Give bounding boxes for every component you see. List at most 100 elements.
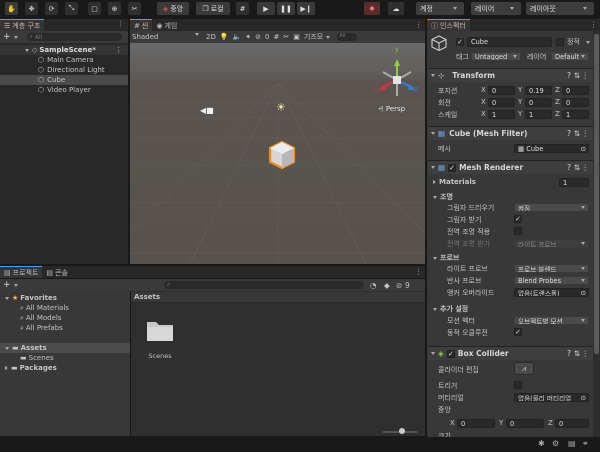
step-button[interactable]: ▶❙ bbox=[297, 2, 315, 15]
orientation-gizmo[interactable] bbox=[375, 58, 419, 102]
tab-inspector[interactable]: ⓘ 인스펙터 bbox=[427, 19, 470, 31]
cube-object[interactable] bbox=[267, 140, 297, 170]
scale-x-field[interactable]: 1 bbox=[488, 110, 515, 119]
directional-light-gizmo[interactable]: ☀ bbox=[276, 101, 286, 114]
grid-snap-button[interactable]: # bbox=[236, 2, 249, 15]
component-menu-icon[interactable]: ⋮ bbox=[582, 349, 590, 358]
tab-game[interactable]: ◉ 게임 bbox=[152, 19, 182, 31]
position-x-field[interactable]: 0 bbox=[488, 86, 515, 95]
cast-shadows-dropdown[interactable]: 켜짐 bbox=[514, 203, 589, 212]
scenes-folder-row[interactable]: ▬ Scenes bbox=[0, 353, 130, 363]
preset-icon[interactable]: ⇅ bbox=[574, 163, 580, 172]
layout-dropdown[interactable]: 레이아웃 bbox=[526, 2, 594, 15]
box-collider-enabled-checkbox[interactable]: ✓ bbox=[446, 349, 455, 358]
assets-folder-row[interactable]: ▬ Assets bbox=[0, 343, 130, 353]
static-checkbox[interactable] bbox=[556, 38, 564, 46]
edit-collider-button[interactable]: ⩘ bbox=[514, 362, 534, 375]
zoom-slider-handle[interactable] bbox=[399, 428, 405, 434]
network-icon[interactable]: ⚭ bbox=[582, 439, 589, 448]
component-menu-icon[interactable]: ⋮ bbox=[582, 129, 590, 138]
filter-type-icon[interactable]: ◔ bbox=[370, 281, 377, 290]
position-y-field[interactable]: 0.19 bbox=[525, 86, 552, 95]
center-x-field[interactable]: 0 bbox=[457, 419, 495, 428]
help-icon[interactable]: ? bbox=[567, 129, 571, 138]
hierarchy-menu-icon[interactable]: ⋮ bbox=[117, 20, 124, 28]
preset-icon[interactable]: ⇅ bbox=[574, 349, 580, 358]
clipboard-icon[interactable]: ▤ bbox=[568, 439, 576, 448]
tag-dropdown[interactable]: Untagged bbox=[471, 52, 521, 61]
box-collider-header[interactable]: ◈ ✓ Box Collider ? ⇅ ⋮ bbox=[428, 346, 593, 360]
motion-vectors-dropdown[interactable]: 오브젝트별 모션 bbox=[514, 316, 589, 325]
filter-label-icon[interactable]: ◆ bbox=[384, 281, 390, 290]
center-y-field[interactable]: 0 bbox=[506, 419, 544, 428]
favorite-all-materials[interactable]: ⌕ All Materials bbox=[0, 303, 130, 313]
transform-tool-button[interactable]: ⊕ bbox=[108, 2, 121, 15]
scenes-folder-tile[interactable]: Scenes bbox=[142, 318, 178, 364]
add-icon[interactable]: + bbox=[3, 280, 11, 290]
materials-count-field[interactable]: 1 bbox=[559, 178, 589, 187]
visibility-icon[interactable]: ⊘ bbox=[255, 33, 261, 41]
hierarchy-item-directional-light[interactable]: ⬡ Directional Light bbox=[0, 65, 128, 75]
hierarchy-search-input[interactable]: ⌕ All bbox=[26, 33, 122, 41]
custom-tool-button[interactable]: ✂ bbox=[128, 2, 141, 15]
center-z-field[interactable]: 0 bbox=[555, 419, 589, 428]
light-probes-dropdown[interactable]: 프로브 블렌드 bbox=[514, 264, 589, 273]
preset-icon[interactable]: ⇅ bbox=[574, 71, 580, 80]
favorite-all-models[interactable]: ⌕ All Models bbox=[0, 313, 130, 323]
mode-2d-toggle[interactable]: 2D bbox=[206, 33, 216, 41]
visibility-icon[interactable]: ⊘ bbox=[396, 281, 402, 290]
anchor-override-field[interactable]: 없음(트랜스폼) ⊙ bbox=[514, 288, 589, 297]
probes-foldout[interactable]: 프로브 bbox=[430, 253, 459, 263]
inspector-scrollbar-thumb[interactable] bbox=[594, 34, 599, 354]
packages-folder-row[interactable]: ▬ Packages bbox=[0, 363, 130, 373]
rotation-y-field[interactable]: 0 bbox=[525, 98, 552, 107]
persp-label[interactable]: ⩤ Persp bbox=[378, 105, 405, 114]
scale-z-field[interactable]: 1 bbox=[562, 110, 589, 119]
effects-icon[interactable]: ✦ bbox=[245, 33, 251, 41]
camera-gizmo[interactable]: ◀■ bbox=[200, 106, 214, 115]
gizmos-dropdown[interactable]: 기즈모 bbox=[304, 32, 333, 42]
contribute-gi-checkbox[interactable] bbox=[514, 227, 522, 235]
assets-breadcrumb[interactable]: Assets bbox=[131, 292, 425, 303]
scene-menu-icon[interactable]: ⋮ bbox=[115, 46, 122, 54]
transform-header[interactable]: ⊹ Transform ? ⇅ ⋮ bbox=[428, 68, 593, 82]
collab-button[interactable]: ✸ bbox=[364, 2, 380, 15]
object-name-field[interactable]: Cube bbox=[467, 37, 552, 47]
object-picker-icon[interactable]: ⊙ bbox=[580, 145, 586, 152]
lighting-icon[interactable]: 💡 bbox=[220, 33, 229, 41]
scene-viewport[interactable]: ☀ ◀■ y x z ⩤ Persp bbox=[130, 43, 425, 264]
hand-tool-button[interactable]: ✋ bbox=[5, 2, 18, 15]
camera-icon[interactable]: ▣ bbox=[293, 33, 300, 41]
tab-scene[interactable]: # 씬 bbox=[130, 19, 153, 31]
component-menu-icon[interactable]: ⋮ bbox=[582, 163, 590, 172]
layers-dropdown[interactable]: 레이어 bbox=[471, 2, 521, 15]
cloud-button[interactable]: ☁ bbox=[388, 2, 404, 15]
object-picker-icon[interactable]: ⊙ bbox=[580, 394, 586, 401]
mesh-field[interactable]: ▦ Cube ⊙ bbox=[514, 144, 589, 153]
materials-foldout[interactable]: Materials bbox=[430, 178, 476, 186]
preset-icon[interactable]: ⇅ bbox=[574, 129, 580, 138]
position-z-field[interactable]: 0 bbox=[562, 86, 589, 95]
pause-button[interactable]: ❚❚ bbox=[277, 2, 295, 15]
help-icon[interactable]: ? bbox=[567, 163, 571, 172]
favorites-row[interactable]: ★ Favorites bbox=[0, 293, 130, 303]
local-toggle[interactable]: ❒ 로컬 bbox=[196, 2, 230, 15]
hierarchy-item-main-camera[interactable]: ⬡ Main Camera bbox=[0, 55, 128, 65]
rotation-z-field[interactable]: 0 bbox=[562, 98, 589, 107]
dynamic-occlusion-checkbox[interactable]: ✓ bbox=[514, 328, 522, 336]
tab-console[interactable]: ▤ 콘솔 bbox=[42, 266, 72, 278]
scene-menu-icon[interactable]: ⋮ bbox=[415, 20, 423, 29]
mesh-renderer-header[interactable]: ▦ ✓ Mesh Renderer ? ⇅ ⋮ bbox=[428, 160, 593, 174]
trigger-checkbox[interactable] bbox=[514, 381, 522, 389]
play-button[interactable]: ▶ bbox=[257, 2, 275, 15]
shading-mode-dropdown[interactable]: Shaded bbox=[130, 33, 202, 41]
hierarchy-item-video-player[interactable]: ⬡ Video Player bbox=[0, 85, 128, 95]
rotation-x-field[interactable]: 0 bbox=[488, 98, 515, 107]
tab-project[interactable]: ▤ 프로젝트 bbox=[0, 266, 43, 278]
pivot-toggle[interactable]: ◈ 중앙 bbox=[157, 2, 189, 15]
audio-icon[interactable]: 🔈 bbox=[233, 33, 242, 41]
help-icon[interactable]: ? bbox=[567, 349, 571, 358]
grid-icon[interactable]: # bbox=[274, 33, 280, 41]
receive-shadows-checkbox[interactable]: ✓ bbox=[514, 215, 522, 223]
help-icon[interactable]: ? bbox=[567, 71, 571, 80]
